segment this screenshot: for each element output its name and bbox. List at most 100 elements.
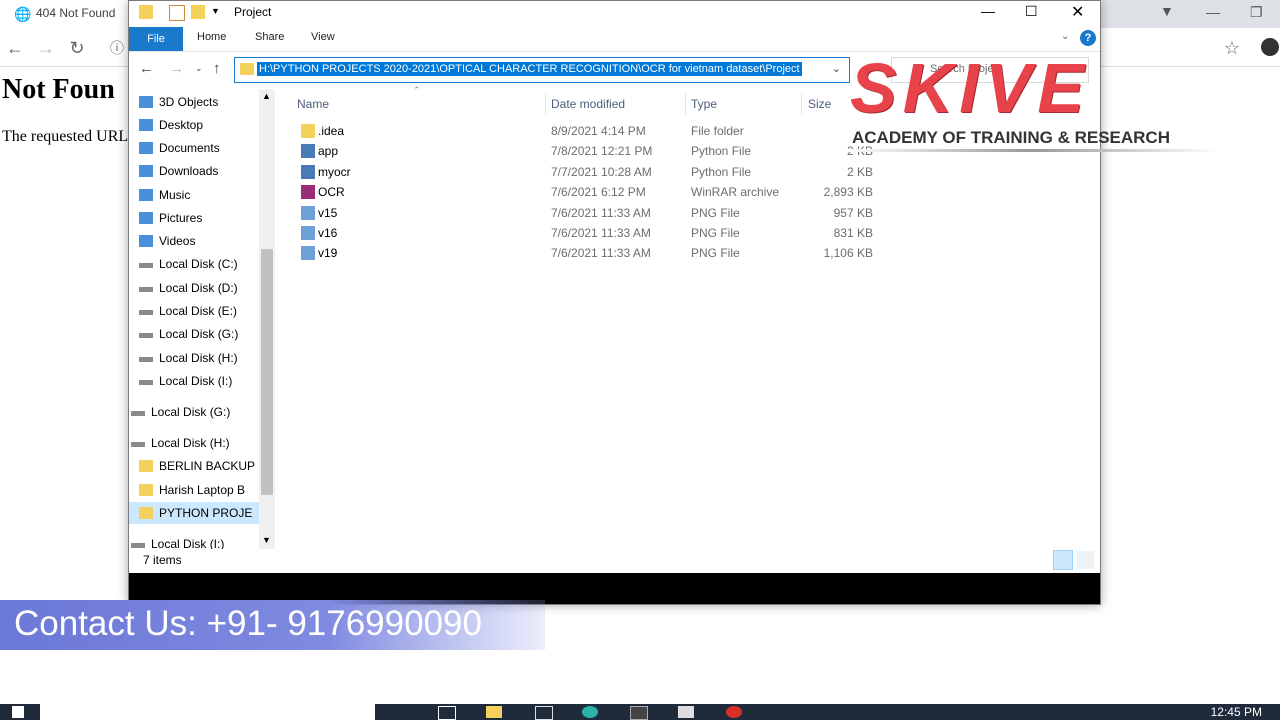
sidebar-item-label: Local Disk (E:)	[159, 304, 238, 318]
avatar[interactable]	[1261, 38, 1279, 56]
drive-icon	[139, 263, 153, 268]
file-date: 7/8/2021 12:21 PM	[551, 144, 653, 159]
drive-icon	[131, 411, 145, 416]
sidebar-item[interactable]: Local Disk (H:)	[129, 432, 275, 454]
drive-icon	[139, 357, 153, 362]
table-row[interactable]: v16 7/6/2021 11:33 AM PNG File 831 KB	[291, 223, 891, 243]
back-icon[interactable]: ←	[139, 60, 154, 77]
taskbar-search[interactable]	[40, 704, 375, 720]
item-count: 7 items	[143, 553, 182, 567]
close-icon[interactable]: ✕	[1071, 2, 1084, 22]
file-size: 831 KB	[833, 226, 873, 240]
help-icon[interactable]: ?	[1080, 30, 1096, 46]
nav-pane-scrollbar[interactable]: ▲ ▼	[259, 89, 275, 549]
forward-icon[interactable]: →	[34, 36, 58, 60]
scroll-down-icon[interactable]: ▼	[262, 535, 271, 545]
forward-icon[interactable]: →	[169, 60, 184, 77]
sidebar-item[interactable]: 3D Objects	[129, 91, 275, 113]
sidebar-item[interactable]: Videos	[129, 230, 275, 252]
sidebar-item[interactable]: Music	[129, 184, 275, 206]
edge-taskbar-icon[interactable]	[582, 706, 598, 718]
sidebar-item[interactable]: BERLIN BACKUP	[129, 455, 275, 477]
expand-ribbon-icon[interactable]: ⌄	[1061, 31, 1069, 42]
tab-share[interactable]: Share	[255, 31, 284, 43]
file-type: PNG File	[691, 205, 740, 220]
restore-icon[interactable]: ❐	[1250, 4, 1263, 21]
column-size[interactable]: Size	[808, 97, 831, 111]
address-dropdown-icon[interactable]: ⌄	[832, 62, 841, 75]
address-bar[interactable]: H:\PYTHON PROJECTS 2020-2021\OPTICAL CHA…	[234, 57, 850, 83]
documents-icon	[139, 142, 153, 154]
sidebar-item[interactable]: Downloads	[129, 160, 275, 182]
tab-home[interactable]: Home	[197, 31, 226, 43]
sidebar-item[interactable]: Local Disk (G:)	[129, 401, 275, 423]
sidebar-item[interactable]: Pictures	[129, 207, 275, 229]
sidebar-item[interactable]: Local Disk (I:)	[129, 370, 275, 392]
drive-icon	[139, 287, 153, 292]
skive-logo: SKIVE ACADEMY OF TRAINING & RESEARCH	[846, 49, 1218, 154]
sidebar-item[interactable]: Local Disk (E:)	[129, 300, 275, 322]
file-name: myocr	[318, 164, 351, 179]
table-row[interactable]: v15 7/6/2021 11:33 AM PNG File 957 KB	[291, 203, 891, 223]
bookmark-star-icon[interactable]: ☆	[1220, 36, 1244, 60]
terminal-taskbar-icon[interactable]	[630, 706, 648, 720]
file-name: v16	[318, 226, 338, 240]
sidebar-item-label: BERLIN BACKUP	[159, 459, 256, 473]
file-explorer-taskbar-icon[interactable]	[486, 706, 502, 718]
info-icon[interactable]: ⓘ	[105, 36, 129, 60]
properties-icon[interactable]	[169, 5, 185, 21]
table-row[interactable]: myocr 7/7/2021 10:28 AM Python File 2 KB	[291, 162, 891, 182]
app-taskbar-icon[interactable]	[535, 706, 553, 720]
recent-locations-icon[interactable]: ⌄	[195, 63, 203, 74]
windows-start-icon[interactable]	[12, 706, 24, 718]
file-list: ⌃ Name Date modified Type Size .idea 8/9/…	[291, 85, 1081, 549]
chrome-taskbar-icon[interactable]	[726, 706, 742, 718]
customize-toolbar-icon[interactable]: ▼	[211, 6, 220, 16]
sidebar-item[interactable]: Local Disk (G:)	[129, 323, 275, 345]
sort-indicator-icon: ⌃	[413, 85, 421, 95]
details-view-icon[interactable]	[1053, 550, 1073, 570]
table-row[interactable]: OCR 7/6/2021 6:12 PM WinRAR archive 2,893 K…	[291, 182, 891, 202]
table-row[interactable]: .idea 8/9/2021 4:14 PM File folder	[291, 121, 891, 141]
profile-dropdown-icon[interactable]: ▼	[1160, 3, 1174, 19]
minimize-icon[interactable]: —	[1206, 4, 1220, 20]
new-folder-icon[interactable]	[191, 5, 205, 19]
sidebar-item[interactable]: Local Disk (C:)	[129, 253, 275, 275]
scrollbar-thumb[interactable]	[261, 249, 273, 495]
tab-view[interactable]: View	[311, 31, 335, 43]
large-icons-view-icon[interactable]	[1075, 550, 1095, 570]
sidebar-item[interactable]: PYTHON PROJE	[129, 502, 275, 524]
address-path[interactable]: H:\PYTHON PROJECTS 2020-2021\OPTICAL CHA…	[257, 62, 802, 76]
sidebar-item[interactable]: Documents	[129, 137, 275, 159]
browser-tab[interactable]: 🌐 404 Not Found	[0, 0, 130, 28]
folder-icon	[139, 460, 153, 472]
sidebar-item[interactable]: Local Disk (I:)	[129, 533, 275, 549]
taskbar-clock[interactable]: 12:45 PM	[1211, 705, 1262, 719]
column-divider[interactable]	[685, 93, 686, 115]
sidebar-item[interactable]: Desktop	[129, 114, 275, 136]
up-icon[interactable]: ↑	[213, 60, 221, 77]
minimize-icon[interactable]: —	[981, 3, 995, 19]
column-divider[interactable]	[545, 93, 546, 115]
column-date-modified[interactable]: Date modified	[551, 97, 625, 111]
notepad-taskbar-icon[interactable]	[678, 706, 694, 718]
task-view-icon[interactable]	[438, 706, 456, 720]
sidebar-item-label: 3D Objects	[159, 95, 219, 109]
scroll-up-icon[interactable]: ▲	[262, 91, 271, 101]
table-row[interactable]: v19 7/6/2021 11:33 AM PNG File 1,106 KB	[291, 243, 891, 263]
contact-banner: Contact Us: +91- 9176990090	[0, 600, 545, 650]
column-divider[interactable]	[801, 93, 802, 115]
file-date: 7/6/2021 11:33 AM	[551, 205, 651, 220]
drive-icon	[131, 442, 145, 447]
sidebar-item[interactable]: Local Disk (D:)	[129, 277, 275, 299]
reload-icon[interactable]: ↻	[65, 36, 89, 60]
maximize-icon[interactable]: ☐	[1025, 3, 1038, 20]
column-type[interactable]: Type	[691, 97, 717, 111]
sidebar-item[interactable]: Local Disk (H:)	[129, 347, 275, 369]
column-name[interactable]: Name	[297, 97, 329, 111]
tab-file[interactable]: File	[129, 27, 183, 51]
back-icon[interactable]: ←	[3, 36, 27, 60]
sidebar-item[interactable]: Harish Laptop B	[129, 479, 275, 501]
videos-icon	[139, 235, 153, 247]
table-row[interactable]: app7/8/2021 12:21 PMPython File2 KB	[291, 141, 891, 161]
